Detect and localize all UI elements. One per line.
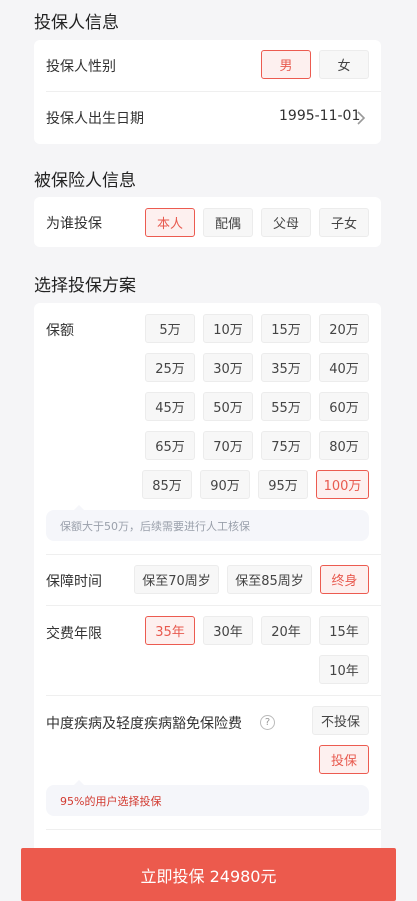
plan-card: 保额 5万 10万 15万 20万 25万 30万 35万 40万 45万 50… — [34, 303, 381, 863]
who-option-children[interactable]: 子女 — [319, 208, 369, 237]
insured-card: 为谁投保 本人 配偶 父母 子女 — [34, 197, 381, 247]
chevron-right-icon[interactable] — [356, 111, 366, 125]
amount-option[interactable]: 50万 — [203, 392, 253, 421]
who-option-parents[interactable]: 父母 — [261, 208, 311, 237]
pay-option-selected[interactable]: 35年 — [145, 616, 195, 645]
help-icon[interactable]: ? — [260, 715, 275, 730]
amount-option[interactable]: 75万 — [261, 431, 311, 460]
amount-option[interactable]: 10万 — [203, 314, 253, 343]
divider — [46, 829, 381, 830]
period-option-70[interactable]: 保至70周岁 — [134, 565, 219, 594]
amount-option[interactable]: 55万 — [261, 392, 311, 421]
who-option-spouse[interactable]: 配偶 — [203, 208, 253, 237]
buy-now-button[interactable]: 立即投保 24980元 — [21, 848, 396, 901]
waiver-hint: 95%的用户选择投保 — [46, 780, 369, 816]
amount-option[interactable]: 80万 — [319, 431, 369, 460]
amount-option[interactable]: 85万 — [142, 470, 192, 499]
pay-label: 交费年限 — [46, 626, 102, 642]
divider — [46, 554, 381, 555]
divider — [46, 695, 381, 696]
amount-option[interactable]: 60万 — [319, 392, 369, 421]
divider — [46, 91, 381, 92]
amount-option[interactable]: 15万 — [261, 314, 311, 343]
amount-option[interactable]: 35万 — [261, 353, 311, 382]
amount-option[interactable]: 95万 — [258, 470, 308, 499]
amount-option[interactable]: 90万 — [200, 470, 250, 499]
amount-option[interactable]: 40万 — [319, 353, 369, 382]
amount-option[interactable]: 70万 — [203, 431, 253, 460]
plan-section-title: 选择投保方案 — [34, 276, 136, 296]
gender-option-male[interactable]: 男 — [261, 50, 311, 79]
waiver-option-yes[interactable]: 投保 — [319, 745, 369, 774]
amount-option[interactable]: 65万 — [145, 431, 195, 460]
period-option-85[interactable]: 保至85周岁 — [227, 565, 312, 594]
amount-option[interactable]: 25万 — [145, 353, 195, 382]
amount-label: 保额 — [46, 323, 74, 339]
pay-option[interactable]: 15年 — [319, 616, 369, 645]
amount-hint: 保额大于50万，后续需要进行人工核保 — [46, 505, 369, 541]
pay-option[interactable]: 10年 — [319, 655, 369, 684]
who-label: 为谁投保 — [46, 216, 102, 232]
amount-option[interactable]: 45万 — [145, 392, 195, 421]
birth-date-label: 投保人出生日期 — [46, 111, 144, 127]
birth-date-value[interactable]: 1995-11-01 — [279, 108, 360, 124]
applicant-card: 投保人性别 男 女 投保人出生日期 1995-11-01 — [34, 40, 381, 144]
amount-option[interactable]: 20万 — [319, 314, 369, 343]
applicant-section-title: 投保人信息 — [34, 13, 119, 33]
amount-option[interactable]: 30万 — [203, 353, 253, 382]
gender-option-female[interactable]: 女 — [319, 50, 369, 79]
pay-option[interactable]: 30年 — [203, 616, 253, 645]
period-option-lifetime[interactable]: 终身 — [320, 565, 369, 594]
amount-option[interactable]: 5万 — [145, 314, 195, 343]
gender-label: 投保人性别 — [46, 59, 116, 75]
waiver-option-no[interactable]: 不投保 — [312, 706, 369, 735]
insured-section-title: 被保险人信息 — [34, 171, 136, 191]
who-option-self[interactable]: 本人 — [145, 208, 195, 237]
amount-option-selected[interactable]: 100万 — [316, 470, 369, 499]
divider — [46, 605, 381, 606]
waiver-label: 中度疾病及轻度疾病豁免保险费 — [46, 716, 242, 732]
pay-option[interactable]: 20年 — [261, 616, 311, 645]
period-label: 保障时间 — [46, 574, 102, 590]
